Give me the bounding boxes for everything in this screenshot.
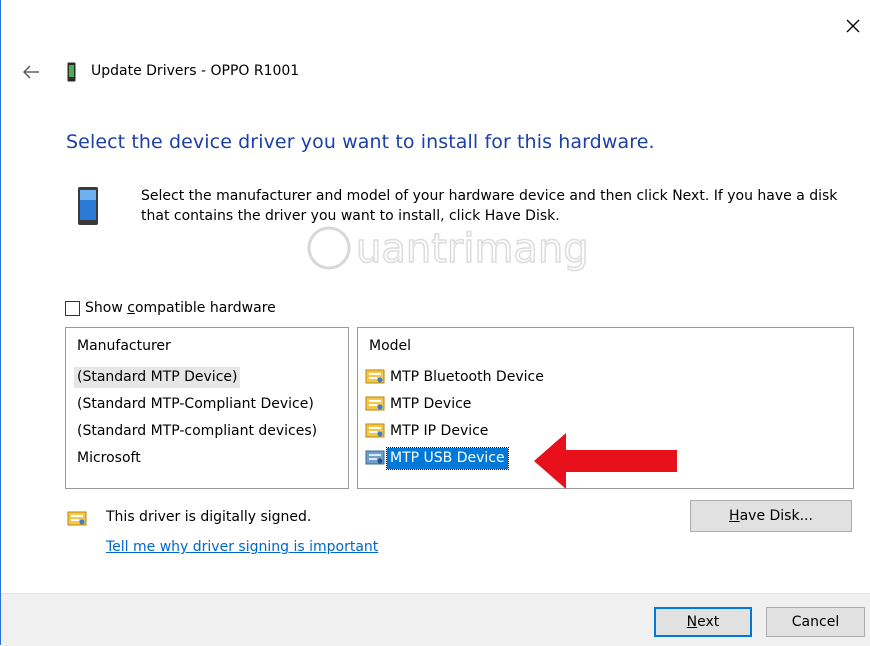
compatible-hardware-checkbox[interactable] bbox=[65, 300, 80, 316]
manufacturer-listbox[interactable]: Manufacturer (Standard MTP Device) (Stan… bbox=[65, 327, 349, 489]
manufacturer-item[interactable]: (Standard MTP Device) bbox=[74, 367, 241, 388]
compatible-hardware-label: Show compatible hardware bbox=[85, 300, 276, 316]
svg-text:uantrimang: uantrimang bbox=[356, 226, 589, 272]
update-drivers-window: Update Drivers - OPPO R1001 Select the d… bbox=[0, 0, 870, 646]
signed-status-text: This driver is digitally signed. bbox=[106, 509, 312, 525]
instructions-text: Select the manufacturer and model of you… bbox=[141, 188, 838, 224]
model-item[interactable]: MTP Bluetooth Device bbox=[365, 366, 547, 388]
model-item-label: MTP Bluetooth Device bbox=[390, 368, 544, 385]
manufacturer-item[interactable]: (Standard MTP-compliant devices) bbox=[77, 421, 317, 442]
model-item[interactable]: MTP IP Device bbox=[365, 420, 491, 442]
model-item[interactable]: MTP Device bbox=[365, 393, 474, 415]
driver-signing-link[interactable]: Tell me why driver signing is important bbox=[106, 539, 378, 555]
show-compatible-hardware[interactable]: Show compatible hardware bbox=[65, 300, 276, 316]
back-button[interactable] bbox=[17, 60, 45, 84]
manufacturer-item[interactable]: (Standard MTP-Compliant Device) bbox=[77, 394, 314, 415]
dialog-footer: Next Cancel bbox=[1, 593, 870, 646]
model-item-label: MTP IP Device bbox=[390, 422, 489, 439]
back-arrow-icon bbox=[23, 65, 39, 79]
watermark-logo: uantrimang bbox=[307, 225, 589, 273]
cancel-button[interactable]: Cancel bbox=[766, 607, 865, 637]
driver-certificate-icon bbox=[365, 450, 385, 465]
model-header: Model bbox=[369, 338, 412, 354]
next-button[interactable]: Next bbox=[654, 607, 752, 637]
manufacturer-item[interactable]: Microsoft bbox=[77, 448, 141, 469]
model-item-label: MTP Device bbox=[390, 395, 472, 412]
window-title: Update Drivers - OPPO R1001 bbox=[91, 63, 300, 79]
close-button[interactable] bbox=[839, 12, 867, 40]
phone-icon bbox=[67, 62, 76, 82]
model-item-label: MTP USB Device bbox=[386, 446, 509, 470]
driver-certificate-icon bbox=[365, 369, 385, 384]
driver-certificate-icon bbox=[365, 423, 385, 438]
model-item-selected[interactable]: MTP USB Device bbox=[365, 446, 509, 470]
close-icon bbox=[846, 19, 860, 33]
red-arrow-annotation bbox=[534, 433, 677, 489]
phone-icon bbox=[78, 187, 98, 225]
driver-certificate-icon bbox=[67, 511, 87, 526]
page-heading: Select the device driver you want to ins… bbox=[66, 131, 655, 153]
driver-certificate-icon bbox=[365, 396, 385, 411]
have-disk-button[interactable]: Have Disk... bbox=[690, 500, 852, 532]
manufacturer-header: Manufacturer bbox=[77, 338, 171, 354]
